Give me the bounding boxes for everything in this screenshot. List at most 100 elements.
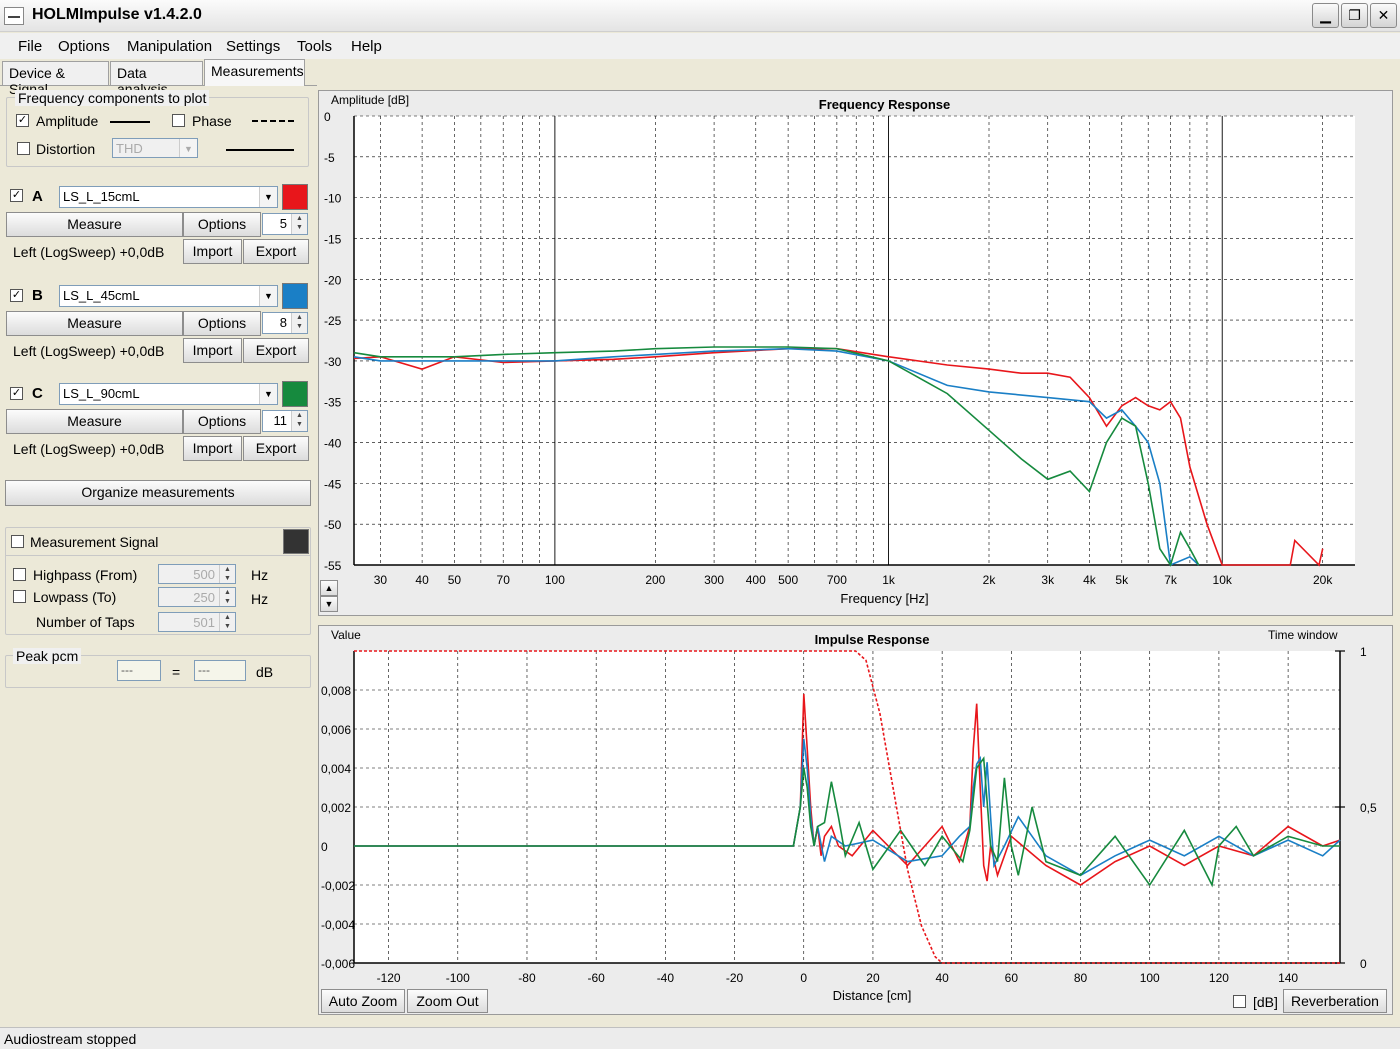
highpass-unit: Hz (251, 567, 269, 583)
scroll-down-button[interactable]: ▼ (320, 596, 338, 612)
measure-a-button[interactable]: Measure (6, 212, 183, 237)
measurement-a-select[interactable]: LS_L_15cmL ▼ (59, 186, 278, 208)
signal-color[interactable] (283, 529, 309, 554)
chart-title: Impulse Response (815, 632, 930, 647)
import-c-button[interactable]: Import (183, 436, 242, 461)
export-b-button[interactable]: Export (243, 338, 309, 363)
x-tick-label: 140 (1278, 971, 1298, 985)
x-tick-label: -40 (657, 971, 675, 985)
measure-c-button[interactable]: Measure (6, 409, 183, 434)
export-c-button[interactable]: Export (243, 436, 309, 461)
measurement-a-letter: A (32, 188, 43, 205)
amplitude-checkbox[interactable]: ✓ (16, 114, 29, 127)
menu-manipulation[interactable]: Manipulation (127, 38, 212, 55)
tab-data-analysis[interactable]: Data analysis (110, 61, 203, 97)
scroll-up-button[interactable]: ▲ (320, 580, 338, 596)
count-b-spinner[interactable]: 8 ▲ ▼ (262, 312, 308, 334)
y-tick-label: -0,006 (321, 957, 355, 971)
x-tick-label: 5k (1115, 573, 1129, 587)
measurement-c-checkbox[interactable]: ✓ (10, 387, 23, 400)
maximize-button[interactable]: ❐ (1341, 3, 1368, 28)
distortion-checkbox[interactable] (17, 142, 30, 155)
options-b-button[interactable]: Options (183, 311, 261, 336)
menu-file[interactable]: File (18, 38, 42, 55)
measurement-b-color[interactable] (282, 283, 308, 309)
peak-title: Peak pcm (13, 648, 82, 664)
measurement-c-color[interactable] (282, 381, 308, 407)
menu-settings[interactable]: Settings (226, 38, 280, 55)
y-tick-label: -0,004 (321, 918, 355, 932)
tab-device-signal[interactable]: Device & Signal (2, 61, 109, 97)
db-label: [dB] (1253, 994, 1278, 1010)
highpass-label: Highpass (From) (33, 567, 138, 583)
measurement-a-checkbox[interactable]: ✓ (10, 189, 23, 202)
impulse-response-chart[interactable]: -120 -100 -80 -60 -40 -20 0 20 40 60 80 100 120 1400,… (318, 625, 1393, 1015)
y-tick-label: -50 (324, 518, 342, 532)
y-axis-label: Amplitude [dB] (331, 93, 409, 107)
options-c-button[interactable]: Options (183, 409, 261, 434)
measurement-b-select[interactable]: LS_L_45cmL ▼ (59, 285, 278, 307)
y2-tick-label: 1 (1360, 645, 1367, 659)
count-a-spinner[interactable]: 5 ▲ ▼ (262, 213, 308, 235)
measurement-signal-checkbox[interactable] (11, 535, 24, 548)
reverberation-button[interactable]: Reverberation (1283, 989, 1387, 1013)
x-tick-label: 7k (1164, 573, 1178, 587)
peak-unit: dB (256, 664, 274, 680)
highpass-checkbox[interactable] (13, 568, 26, 581)
spinner-arrows-icon[interactable]: ▲ ▼ (219, 565, 235, 583)
app-icon[interactable] (4, 7, 24, 25)
options-a-button[interactable]: Options (183, 212, 261, 237)
phase-checkbox[interactable] (172, 114, 185, 127)
distortion-select-value: THD (116, 141, 143, 156)
measurement-c-select[interactable]: LS_L_90cmL ▼ (59, 383, 278, 405)
import-b-button[interactable]: Import (183, 338, 242, 363)
count-c-spinner[interactable]: 11 ▲ ▼ (262, 410, 308, 432)
count-b-value: 8 (279, 315, 287, 330)
frequency-response-chart[interactable]: 0 -5 -10 -15 -20 -25 -30 -35 -40 -45 -50 -55 30 40 50 7… (318, 90, 1393, 616)
measure-b-button[interactable]: Measure (6, 311, 183, 336)
spinner-arrows-icon[interactable]: ▲ ▼ (219, 613, 235, 631)
auto-zoom-button[interactable]: Auto Zoom (321, 989, 405, 1013)
x-tick-label: -80 (518, 971, 536, 985)
x-tick-label: 60 (1005, 971, 1019, 985)
menu-options[interactable]: Options (58, 38, 110, 55)
spinner-arrows-icon[interactable]: ▲ ▼ (291, 214, 307, 234)
y-tick-label: 0 (324, 110, 331, 124)
distortion-select[interactable]: THD ▼ (112, 138, 198, 158)
highpass-spinner[interactable]: 500 ▲ ▼ (158, 564, 236, 584)
organize-measurements-button[interactable]: Organize measurements (5, 480, 311, 506)
export-a-button[interactable]: Export (243, 239, 309, 264)
taps-label: Number of Taps (36, 614, 135, 630)
measurement-b-letter: B (32, 287, 43, 304)
x-axis-label: Distance [cm] (833, 988, 912, 1003)
x-tick-label: 3k (1041, 573, 1055, 587)
minimize-button[interactable]: ▁ (1312, 3, 1339, 28)
x-tick-label: 30 (374, 573, 388, 587)
db-checkbox[interactable] (1233, 995, 1246, 1008)
taps-value: 501 (193, 615, 215, 630)
import-a-button[interactable]: Import (183, 239, 242, 264)
lowpass-spinner[interactable]: 250 ▲ ▼ (158, 587, 236, 607)
menu-help[interactable]: Help (351, 38, 382, 55)
lowpass-checkbox[interactable] (13, 590, 26, 603)
x-tick-label: 2k (983, 573, 997, 587)
chart-title: Frequency Response (819, 97, 951, 112)
menu-tools[interactable]: Tools (297, 38, 332, 55)
y-tick-label: -15 (324, 232, 342, 246)
measurement-b-checkbox[interactable]: ✓ (10, 289, 23, 302)
tab-measurements[interactable]: Measurements (204, 59, 305, 86)
x-tick-label: 500 (778, 573, 798, 587)
close-button[interactable]: ✕ (1370, 3, 1397, 28)
taps-spinner[interactable]: 501 ▲ ▼ (158, 612, 236, 632)
measurement-a-color[interactable] (282, 184, 308, 210)
y2-tick-label: 0,5 (1360, 801, 1377, 815)
spinner-arrows-icon[interactable]: ▲ ▼ (291, 313, 307, 333)
zoom-out-button[interactable]: Zoom Out (407, 989, 488, 1013)
y-tick-label: 0,008 (321, 684, 351, 698)
amplitude-line-sample (110, 121, 150, 123)
measurement-c-letter: C (32, 385, 43, 402)
count-c-value: 11 (273, 413, 288, 428)
spinner-arrows-icon[interactable]: ▲ ▼ (219, 588, 235, 606)
lowpass-value: 250 (193, 590, 215, 605)
spinner-arrows-icon[interactable]: ▲ ▼ (291, 411, 307, 431)
